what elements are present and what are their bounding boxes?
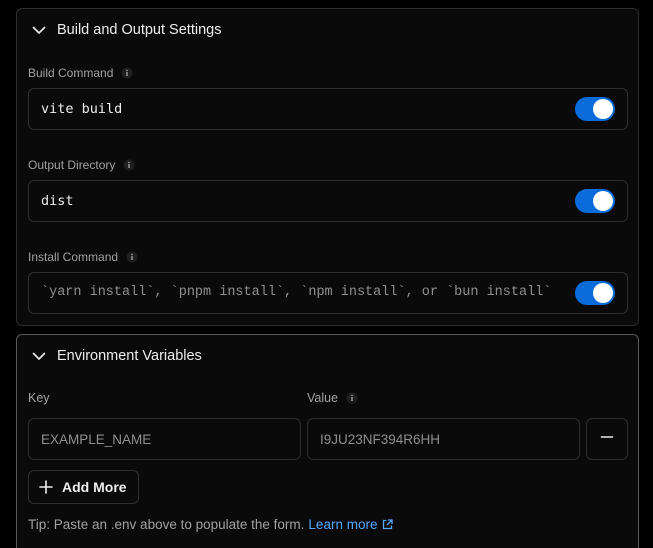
chevron-down-icon xyxy=(31,22,47,38)
install-command-label: Install Command xyxy=(28,250,138,264)
build-output-settings-panel: Build and Output Settings Build Command … xyxy=(16,8,639,326)
plus-icon xyxy=(38,479,54,495)
build-output-settings-title: Build and Output Settings xyxy=(57,22,222,38)
build-command-field[interactable]: vite build xyxy=(28,88,628,130)
output-directory-label-text: Output Directory xyxy=(28,158,116,172)
external-link-icon xyxy=(382,519,394,530)
toggle-knob xyxy=(593,191,613,211)
environment-variables-header[interactable]: Environment Variables xyxy=(31,345,202,367)
build-command-label: Build Command xyxy=(28,66,133,80)
value-label: Value xyxy=(307,391,358,405)
toggle-knob xyxy=(593,283,613,303)
learn-more-label: Learn more xyxy=(308,517,378,532)
env-key-input[interactable]: EXAMPLE_NAME xyxy=(28,418,301,460)
environment-variables-panel: Environment Variables Key Value EXAMPLE_… xyxy=(16,334,639,548)
env-key-placeholder: EXAMPLE_NAME xyxy=(41,432,152,447)
info-icon[interactable] xyxy=(123,159,135,171)
install-command-placeholder: `yarn install`, `pnpm install`, `npm ins… xyxy=(41,285,552,300)
value-label-text: Value xyxy=(307,391,339,405)
add-more-label: Add More xyxy=(62,479,127,495)
key-label-text: Key xyxy=(28,391,50,405)
output-directory-value: dist xyxy=(41,193,74,209)
add-more-button[interactable]: Add More xyxy=(28,470,139,504)
minus-icon xyxy=(600,430,614,449)
build-command-label-text: Build Command xyxy=(28,66,114,80)
build-command-value: vite build xyxy=(41,101,123,117)
output-directory-field[interactable]: dist xyxy=(28,180,628,222)
environment-variables-title: Environment Variables xyxy=(57,348,202,364)
output-directory-override-toggle[interactable] xyxy=(575,189,615,213)
project-settings-page: Build and Output Settings Build Command … xyxy=(0,0,653,548)
info-icon[interactable] xyxy=(121,67,133,79)
learn-more-link[interactable]: Learn more xyxy=(308,517,394,532)
env-value-input[interactable]: I9JU23NF394R6HH xyxy=(307,418,580,460)
install-command-override-toggle[interactable] xyxy=(575,281,615,305)
key-label: Key xyxy=(28,391,50,405)
remove-env-row-button[interactable] xyxy=(586,418,628,460)
build-output-settings-header[interactable]: Build and Output Settings xyxy=(31,19,221,41)
env-value-placeholder: I9JU23NF394R6HH xyxy=(320,432,441,447)
chevron-down-icon xyxy=(31,348,47,364)
env-tip: Tip: Paste an .env above to populate the… xyxy=(28,517,394,532)
build-command-override-toggle[interactable] xyxy=(575,97,615,121)
info-icon[interactable] xyxy=(126,251,138,263)
output-directory-label: Output Directory xyxy=(28,158,135,172)
install-command-field[interactable]: `yarn install`, `pnpm install`, `npm ins… xyxy=(28,272,628,314)
toggle-knob xyxy=(593,99,613,119)
env-tip-text: Tip: Paste an .env above to populate the… xyxy=(28,517,305,532)
install-command-label-text: Install Command xyxy=(28,250,119,264)
info-icon[interactable] xyxy=(346,392,358,404)
